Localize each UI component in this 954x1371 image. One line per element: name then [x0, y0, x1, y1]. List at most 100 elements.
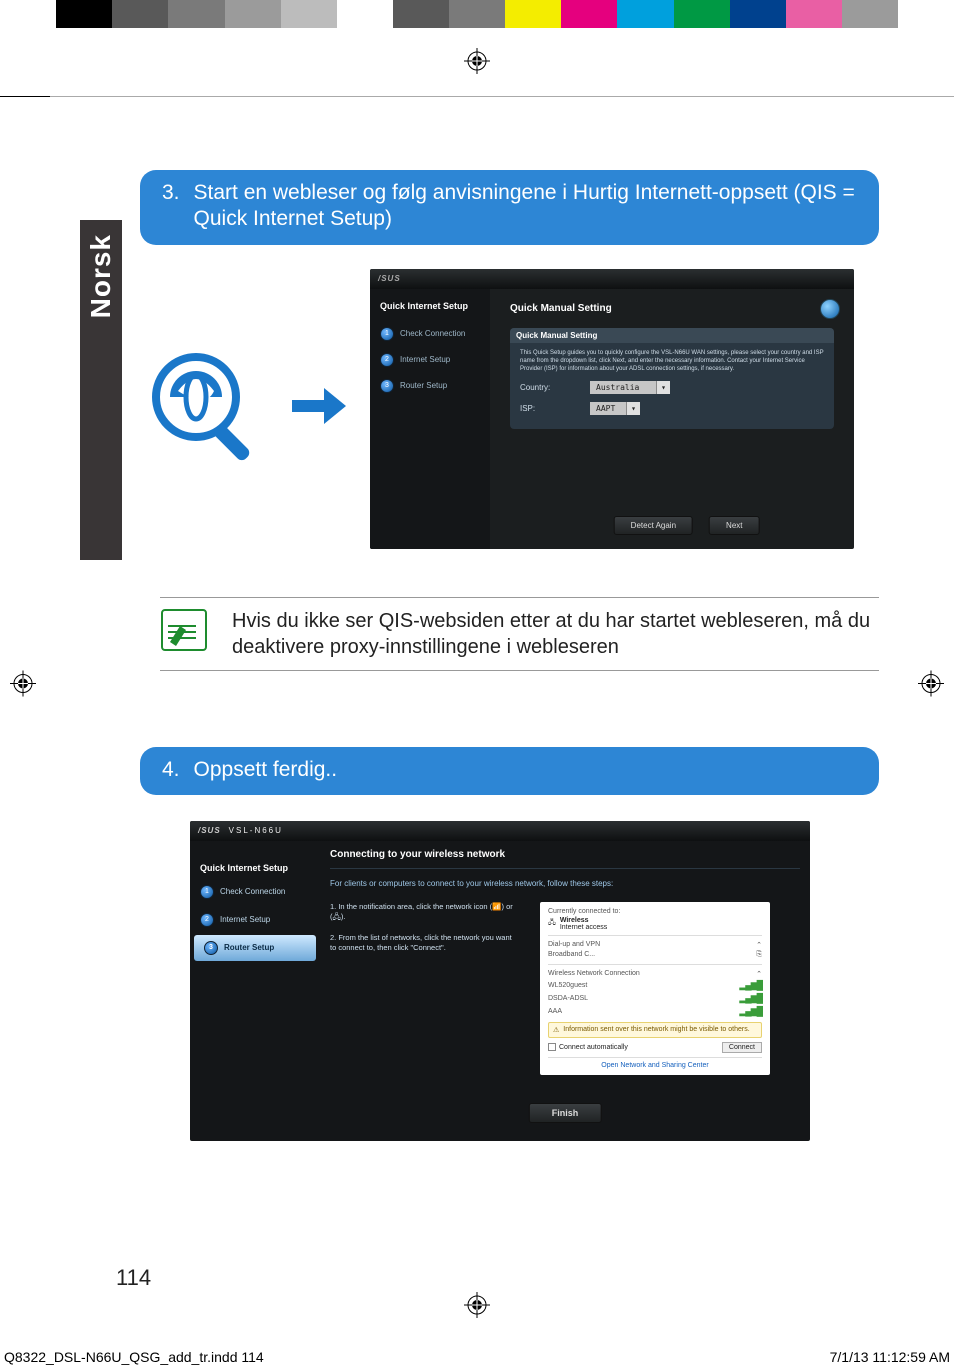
windows-network-popup: Currently connected to: 🖧 Wireless Inter…: [540, 902, 770, 1075]
sidebar-title: Quick Internet Setup: [370, 301, 490, 321]
note-text: Hvis du ikke ser QIS-websiden etter at d…: [232, 608, 879, 660]
broadband-label: Broadband C...: [548, 951, 595, 958]
signal-icon: ▂▄▆█: [739, 980, 762, 991]
sidebar-item-internet[interactable]: 2 Internet Setup: [370, 347, 490, 373]
auto-connect-checkbox[interactable]: Connect automatically: [548, 1043, 628, 1051]
instructions-left: 1. In the notification area, click the n…: [330, 902, 520, 1075]
signal-icon: ▂▄▆█: [739, 1006, 762, 1017]
sidebar-item-internet[interactable]: 2Internet Setup: [190, 907, 320, 933]
sidebar-item-router[interactable]: 3 Router Setup: [194, 935, 316, 961]
sidebar-item-check[interactable]: 1 Check Connection: [190, 879, 320, 905]
manual-panel: Quick Manual Setting This Quick Setup gu…: [510, 328, 834, 429]
step-dot-icon: 3: [204, 941, 218, 955]
country-select[interactable]: Australia ▾: [590, 381, 670, 394]
isp-select[interactable]: AAPT ▾: [590, 402, 640, 415]
registration-mark-icon: [918, 670, 944, 701]
note-icon: [160, 608, 208, 652]
chevron-down-icon: ▾: [656, 381, 670, 394]
detect-again-button[interactable]: Detect Again: [614, 516, 693, 535]
connecting-title: Connecting to your wireless network: [330, 845, 800, 869]
auto-label: Connect automatically: [559, 1044, 628, 1051]
shield-icon: ⚠: [553, 1026, 559, 1034]
connecting-sub: For clients or computers to connect to y…: [330, 879, 800, 888]
network-row[interactable]: AAA ▂▄▆█: [548, 1005, 762, 1018]
connect-button[interactable]: Connect: [722, 1042, 762, 1053]
screenshot-wireless-finish: /SUS VSL-N66U Quick Internet Setup 1 Check…: [190, 821, 810, 1141]
crop-line: [0, 96, 954, 97]
globe-icon[interactable]: [820, 299, 840, 319]
panel-title: Quick Manual Setting: [510, 328, 834, 343]
step-dot-icon: 1: [200, 885, 214, 899]
network-icon: 🖧: [548, 918, 556, 929]
popup-wireless: Wireless: [560, 917, 607, 924]
page-number: 114: [116, 1265, 151, 1291]
sidebar-item-label: Check Connection: [220, 887, 285, 896]
signal-icon: ▂▄▆█: [739, 993, 762, 1004]
main-title: Quick Manual Setting: [510, 303, 834, 314]
qis-sidebar: Quick Internet Setup 1 Check Connection 2…: [190, 857, 320, 961]
security-warning: ⚠ Information sent over this network migh…: [548, 1022, 762, 1038]
note-block: Hvis du ikke ser QIS-websiden etter at d…: [160, 597, 879, 671]
step-dot-icon: 1: [380, 327, 394, 341]
network-row[interactable]: WL520guest ▂▄▆█: [548, 979, 762, 992]
finish-button[interactable]: Finish: [529, 1103, 602, 1123]
network-row[interactable]: DSDA-ADSL ▂▄▆█: [548, 992, 762, 1005]
instruction-1: 1. In the notification area, click the n…: [330, 902, 520, 923]
sidebar-item-label: Internet Setup: [220, 915, 270, 924]
brand-text: /SUS: [198, 826, 221, 835]
color-registration-bar: [0, 0, 954, 28]
popup-access: Internet access: [560, 924, 607, 931]
registration-mark-icon: [10, 670, 36, 701]
footer-timestamp: 7/1/13 11:12:59 AM: [830, 1349, 950, 1365]
chevron-up-icon: ⌃: [756, 970, 762, 978]
chevron-up-icon: ⌃: [756, 941, 762, 949]
screenshot-qis-manual: /SUS Quick Internet Setup 1 Check Connect…: [370, 269, 854, 549]
sidebar-item-label: Internet Setup: [400, 355, 450, 364]
panel-description: This Quick Setup guides you to quickly c…: [520, 349, 824, 373]
arrow-right-icon: [290, 386, 348, 431]
chevron-down-icon: ▾: [626, 402, 640, 415]
sidebar-title: Quick Internet Setup: [190, 857, 320, 879]
popup-head-text: Currently connected to:: [548, 908, 620, 915]
sidebar-item-label: Router Setup: [224, 943, 274, 952]
isp-value: AAPT: [596, 404, 615, 413]
country-value: Australia: [596, 383, 639, 392]
dial-label: Dial-up and VPN: [548, 941, 600, 948]
sidebar-item-label: Check Connection: [400, 329, 465, 338]
brand-text: /SUS: [378, 274, 401, 283]
browser-magnifier-icon: [148, 349, 268, 469]
step-4-box: 4. Oppsett ferdig..: [140, 747, 879, 795]
warn-text: Information sent over this network might…: [563, 1026, 749, 1034]
step-dot-icon: 3: [380, 379, 394, 393]
registration-mark-icon: [464, 1292, 490, 1323]
net-name: WL520guest: [548, 982, 587, 989]
step-dot-icon: 2: [380, 353, 394, 367]
popup-head: Currently connected to:: [548, 908, 762, 915]
net-name: AAA: [548, 1008, 562, 1015]
step-text: Oppsett ferdig..: [194, 757, 857, 783]
footer-filename: Q8322_DSL-N66U_QSG_add_tr.indd 114: [4, 1349, 264, 1365]
language-tab: Norsk: [80, 220, 122, 560]
step-number: 4.: [162, 757, 180, 783]
model-text: VSL-N66U: [229, 826, 283, 835]
asus-brand-bar: /SUS: [370, 269, 854, 289]
isp-label: ISP:: [520, 404, 580, 413]
sidebar-item-label: Router Setup: [400, 381, 447, 390]
next-button[interactable]: Next: [709, 516, 759, 535]
sidebar-item-check[interactable]: 1 Check Connection: [370, 321, 490, 347]
wireless-label: Wireless Network Connection: [548, 970, 640, 977]
broadband-row[interactable]: Broadband C... ⎘: [548, 950, 762, 960]
instruction-2: 2. From the list of networks, click the …: [330, 933, 520, 954]
sidebar-item-router[interactable]: 3 Router Setup: [370, 373, 490, 399]
plug-icon: ⎘: [756, 951, 762, 959]
net-name: DSDA-ADSL: [548, 995, 588, 1002]
step-number: 3.: [162, 180, 180, 233]
dial-up-row: Dial-up and VPN ⌃: [548, 940, 762, 950]
open-sharing-link[interactable]: Open Network and Sharing Center: [548, 1062, 762, 1069]
step-text: Start en webleser og følg anvisningene i…: [194, 180, 857, 233]
crop-mark: [0, 96, 50, 97]
language-tab-label: Norsk: [85, 234, 117, 318]
country-label: Country:: [520, 383, 580, 392]
qis-sidebar: Quick Internet Setup 1 Check Connection 2…: [370, 289, 490, 549]
registration-mark-icon: [464, 48, 490, 79]
